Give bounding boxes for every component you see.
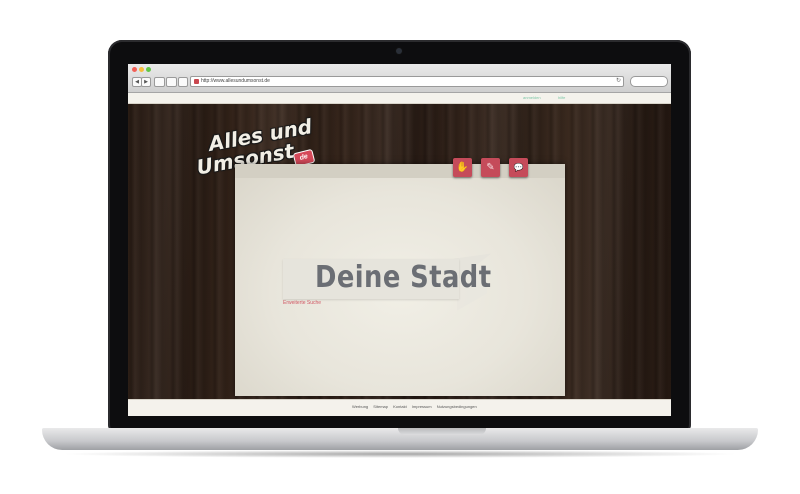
like-icon: ✋ — [456, 162, 469, 173]
laptop-base — [42, 428, 758, 450]
address-bar[interactable]: http://www.allesundumsonst.de ↻ — [190, 76, 624, 87]
add-tab-button[interactable] — [166, 77, 177, 87]
like-button[interactable]: ✋ — [453, 158, 472, 177]
footer-link-kontakt[interactable]: Kontakt — [393, 404, 407, 409]
footer-link-werbung[interactable]: Werbung — [352, 404, 368, 409]
feather-icon: ✎ — [486, 162, 495, 173]
advanced-search-link[interactable]: Erweiterte Suche — [283, 300, 321, 306]
url-text: http://www.allesundumsonst.de — [201, 78, 270, 84]
close-window-button[interactable] — [132, 67, 137, 72]
browser-toolbar: ◀ ▶ http://www.allesundumsonst.de ↻ — [128, 64, 671, 93]
help-link[interactable]: hilfe — [558, 95, 565, 100]
login-link[interactable]: anmelden — [523, 95, 541, 100]
footer-links: Werbung Sitemap Kontakt Impressum Nutzun… — [352, 404, 481, 409]
laptop-shadow — [60, 450, 740, 458]
site-top-bar: anmelden hilfe — [128, 93, 671, 104]
chat-button[interactable]: 💬 — [509, 158, 528, 177]
browser-search-field[interactable] — [630, 76, 668, 87]
forward-icon: ▶ — [144, 79, 148, 85]
write-button[interactable]: ✎ — [481, 158, 500, 177]
footer-link-terms[interactable]: Nutzungsbedingungen — [437, 404, 477, 409]
bookmarks-button[interactable] — [154, 77, 165, 87]
site-footer: Werbung Sitemap Kontakt Impressum Nutzun… — [128, 399, 671, 416]
city-search-placeholder: Deine Stadt — [315, 260, 492, 295]
reload-icon[interactable]: ↻ — [616, 77, 621, 84]
zoom-window-button[interactable] — [146, 67, 151, 72]
minimize-window-button[interactable] — [139, 67, 144, 72]
chat-icon: 💬 — [513, 163, 524, 172]
camera-icon — [396, 48, 402, 54]
share-button[interactable] — [178, 77, 188, 87]
footer-link-impressum[interactable]: Impressum — [412, 404, 432, 409]
forward-button[interactable]: ▶ — [141, 77, 151, 87]
laptop-notch — [398, 428, 486, 435]
laptop-lid: ◀ ▶ http://www.allesundumsonst.de ↻ anme… — [108, 40, 691, 438]
site-favicon-icon — [194, 79, 199, 84]
back-icon: ◀ — [135, 79, 139, 85]
screen: ◀ ▶ http://www.allesundumsonst.de ↻ anme… — [128, 64, 671, 416]
footer-link-sitemap[interactable]: Sitemap — [373, 404, 388, 409]
content-panel: ✋ ✎ 💬 Deine Stadt Erweiterte Suche — [235, 158, 565, 396]
